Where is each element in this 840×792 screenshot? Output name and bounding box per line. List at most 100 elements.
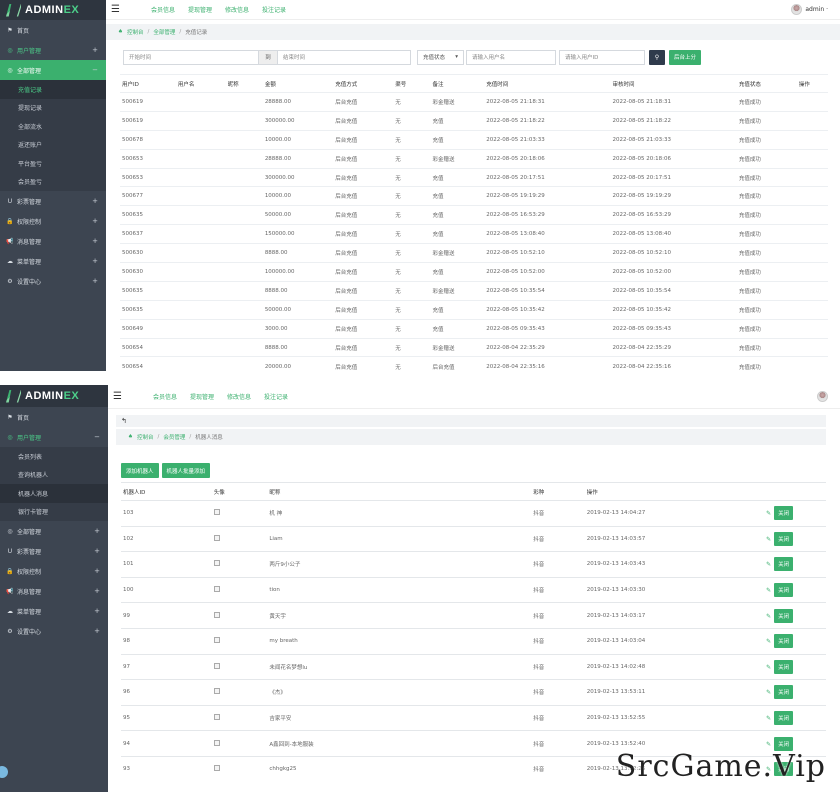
toplink-edit-info[interactable]: 修改信息 [227,392,251,401]
table-row: 99 黄天宇 抖音 2019-02-13 14:03:17 ✎ 关闭 [121,602,826,629]
expand-icon[interactable]: + [92,46,98,54]
user-menu[interactable]: admin · [791,4,828,15]
table-cell: 500678 [120,129,176,150]
edit-icon[interactable]: ✎ [766,689,771,696]
edit-icon[interactable]: ✎ [766,664,771,671]
table-cell: 2022-08-05 10:52:00 [610,262,737,282]
sidebar-item-4[interactable]: 🔒 权限控制 + [0,561,108,581]
toplink-withdraw[interactable]: 提现管理 [190,392,214,401]
toplink-members[interactable]: 会员信息 [151,5,175,14]
edit-icon[interactable]: ✎ [766,715,771,722]
userid-input[interactable]: 请输入用户ID [559,49,645,65]
breadcrumb-console[interactable]: 控制台 [137,433,154,441]
expand-icon[interactable]: + [92,237,98,245]
sidebar-item-7[interactable]: ⚙ 设置中心 + [0,621,108,641]
edit-icon[interactable]: ✎ [766,638,771,645]
toplink-bets[interactable]: 投注记录 [264,392,288,401]
toplink-edit-info[interactable]: 修改信息 [225,5,249,14]
expand-icon[interactable]: + [92,217,98,225]
submenu-item-3[interactable]: 银行卡管理 [0,503,108,522]
expand-icon[interactable]: + [94,607,100,615]
manual-topup-button[interactable]: 后台上分 [669,49,702,65]
expand-icon[interactable]: + [94,587,100,595]
edit-icon[interactable]: ✎ [766,510,771,517]
breadcrumb-member-manage[interactable]: 会员管理 [163,433,185,441]
batch-add-robot-button[interactable]: 机器人批量添加 [161,463,211,478]
expand-icon[interactable]: + [94,527,100,535]
user-menu[interactable] [817,391,828,402]
expand-icon[interactable]: + [94,547,100,555]
close-button[interactable]: 关闭 [774,583,794,598]
close-button[interactable]: 关闭 [774,506,794,521]
sidebar-item-3[interactable]: U 彩票管理 + [0,191,106,211]
toplink-members[interactable]: 会员信息 [153,392,177,401]
sidebar-item-5[interactable]: 📢 消息管理 + [0,231,106,251]
edit-icon[interactable]: ✎ [766,741,771,748]
submenu-item-0[interactable]: 充值记录 [0,80,106,99]
sidebar-item-2[interactable]: ◎ 全部管理 + [0,521,108,541]
submenu-item-0[interactable]: 会员列表 [0,447,108,466]
sidebar-item-1[interactable]: ◎ 用户管理 + [0,40,106,60]
close-button[interactable]: 关闭 [774,659,794,674]
sidebar-item-7[interactable]: ⚙ 设置中心 + [0,271,106,291]
avatar-cell [211,730,268,757]
status-select[interactable]: 充值状态 ▾ [417,49,464,65]
hamburger-icon[interactable]: ☰ [111,4,123,15]
back-icon[interactable]: ↰ [121,417,127,425]
expand-icon[interactable]: + [94,567,100,575]
robot-id-cell: 103 [121,500,212,527]
collapse-icon[interactable]: − [94,433,100,441]
sidebar-item-3[interactable]: U 彩票管理 + [0,541,108,561]
close-button[interactable]: 关闭 [774,608,794,623]
close-button[interactable]: 关闭 [774,557,794,572]
expand-icon[interactable]: + [92,277,98,285]
edit-icon[interactable]: ✎ [766,613,771,620]
filter-bar: 开始时间 到 结束时间 充值状态 ▾ 请输入用户名 请输入用户ID ⚲ 后台上分 [123,48,840,66]
toplink-bets[interactable]: 投注记录 [262,5,286,14]
sidebar-item-6[interactable]: ☁ 菜单管理 + [0,601,108,621]
column-header: 充值时间 [484,74,611,93]
back-bar[interactable]: ↰ [116,415,826,427]
close-button[interactable]: 关闭 [774,685,794,700]
submenu-item-4[interactable]: 平台盈亏 [0,154,106,173]
breadcrumb-all-manage[interactable]: 全部管理 [153,28,175,36]
lottery-cell: 抖音 [531,551,585,578]
close-button[interactable]: 关闭 [774,711,794,726]
collapse-icon[interactable]: − [92,66,98,74]
column-header: 机器人ID [121,482,212,501]
sidebar-menu: ⚑ 首页 ◎ 用户管理 − 会员列表 查询机器人 机器人消息 银行卡管理 ◎ 全部管理 + U 彩票管理 +… [0,407,108,641]
edit-icon[interactable]: ✎ [766,587,771,594]
search-button[interactable]: ⚲ [649,49,665,65]
close-button[interactable]: 关闭 [774,634,794,649]
edit-icon[interactable]: ✎ [766,561,771,568]
edit-icon[interactable]: ✎ [766,536,771,543]
submenu-item-2[interactable]: 机器人消息 [0,484,108,503]
sidebar-item-6[interactable]: ☁ 菜单管理 + [0,251,106,271]
floating-settings-icon[interactable] [0,766,8,778]
close-button[interactable]: 关闭 [774,531,794,546]
hamburger-icon[interactable]: ☰ [113,391,125,402]
breadcrumb-console[interactable]: 控制台 [127,28,144,36]
submenu-item-1[interactable]: 提现记录 [0,99,106,118]
expand-icon[interactable]: + [94,627,100,635]
username-input[interactable]: 请输入用户名 [466,49,556,65]
expand-icon[interactable]: + [92,257,98,265]
sidebar-item-5[interactable]: 📢 消息管理 + [0,581,108,601]
breadcrumb: ♠ 控制台 / 会员管理 / 机器人消息 [116,429,826,445]
table-cell [796,356,828,371]
toplink-withdraw[interactable]: 提现管理 [188,5,212,14]
sidebar-item-1[interactable]: ◎ 用户管理 − [0,427,108,447]
sidebar-item-0[interactable]: ⚑ 首页 [0,20,106,40]
end-time-input[interactable]: 结束时间 [277,49,411,65]
submenu-item-2[interactable]: 全部流水 [0,117,106,136]
time-cell: 2019-02-13 14:03:04 [584,627,765,655]
submenu-item-1[interactable]: 查询机器人 [0,466,108,485]
add-robot-button[interactable]: 添加机器人 [121,463,159,478]
sidebar-item-2[interactable]: ◎ 全部管理 − [0,60,106,80]
expand-icon[interactable]: + [92,197,98,205]
submenu-item-5[interactable]: 会员盈亏 [0,173,106,192]
start-time-input[interactable]: 开始时间 [123,49,259,65]
sidebar-item-4[interactable]: 🔒 权限控制 + [0,211,106,231]
submenu-item-3[interactable]: 返还账户 [0,136,106,155]
sidebar-item-0[interactable]: ⚑ 首页 [0,407,108,427]
